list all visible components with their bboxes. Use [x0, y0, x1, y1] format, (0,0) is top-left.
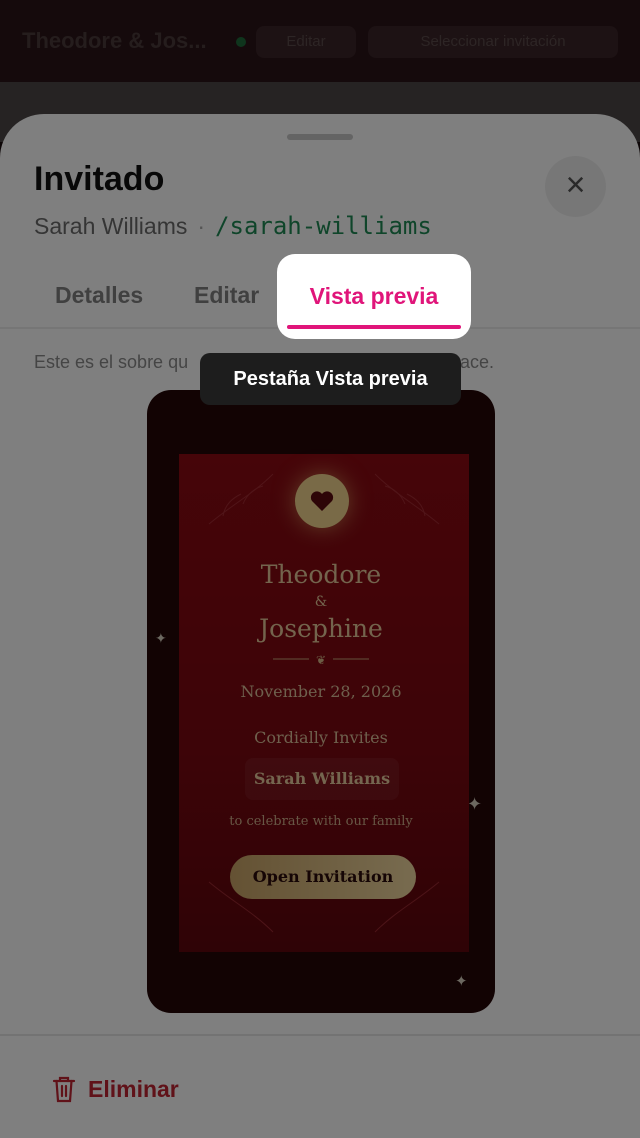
tooltip: Pestaña Vista previa — [200, 353, 461, 405]
tab-preview[interactable]: Vista previa — [277, 254, 471, 339]
tab-active-indicator — [287, 325, 461, 329]
tab-preview-label: Vista previa — [309, 283, 439, 309]
dim-overlay — [0, 0, 640, 1138]
